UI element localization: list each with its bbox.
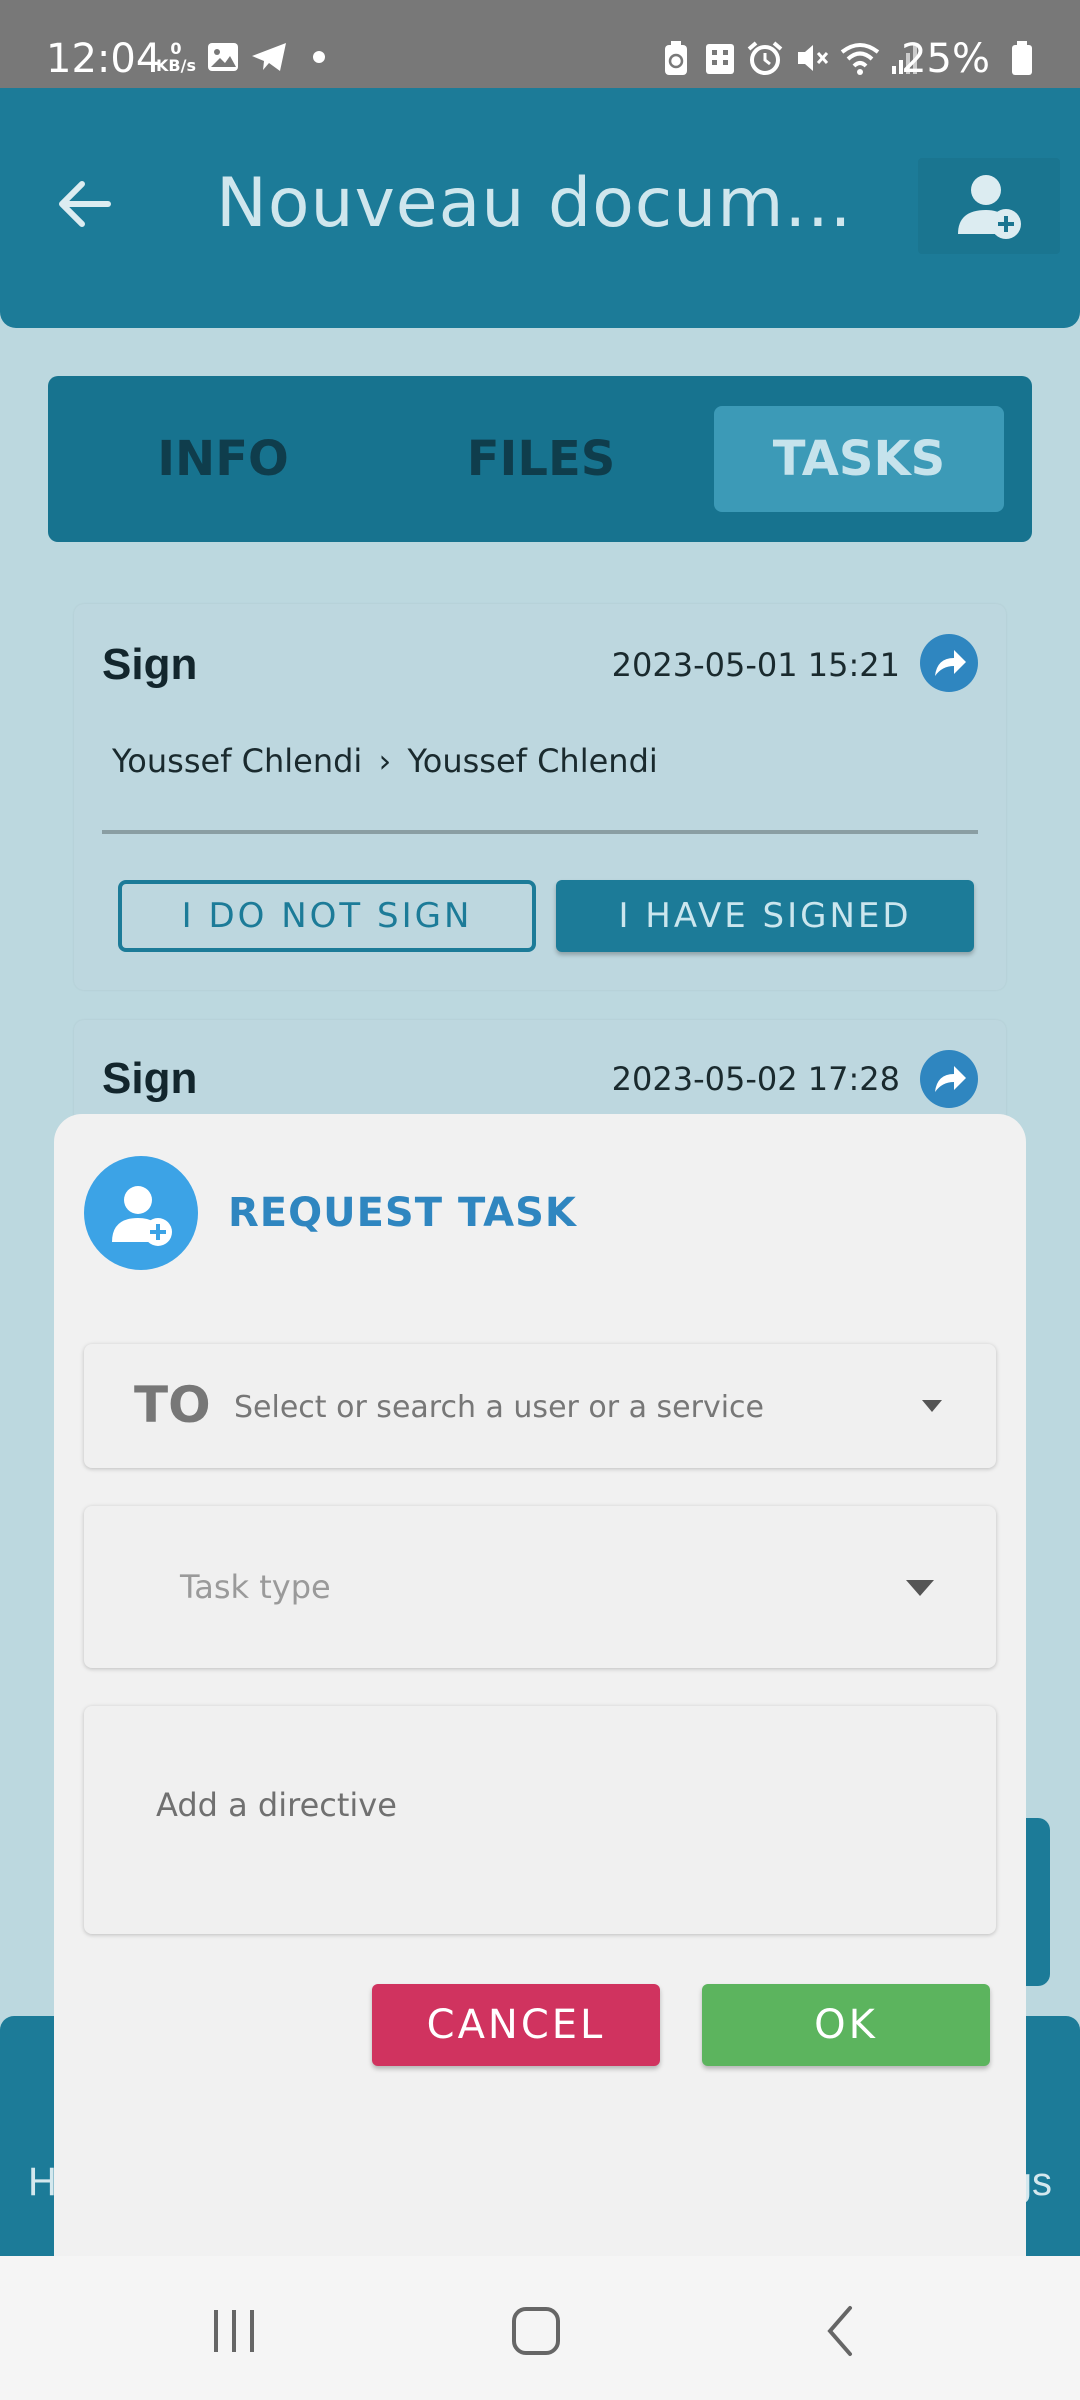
task-type: Sign — [102, 1054, 198, 1103]
building-icon — [706, 44, 734, 74]
confirm-signed-button[interactable]: I HAVE SIGNED — [556, 880, 974, 952]
telegram-icon — [252, 43, 286, 71]
home-icon[interactable] — [496, 2296, 576, 2366]
divider — [102, 830, 978, 834]
directive-input[interactable]: Add a directive — [84, 1706, 996, 1934]
battery-icon — [1012, 41, 1032, 75]
battery-saver-icon — [665, 41, 687, 75]
to-label: TO — [134, 1376, 211, 1434]
system-navigation-bar — [0, 2256, 1080, 2400]
tab-info[interactable]: INFO — [78, 406, 368, 512]
tab-tasks[interactable]: TASKS — [714, 406, 1004, 512]
task-route: Youssef Chlendi › Youssef Chlendi — [112, 742, 658, 780]
add-user-button[interactable] — [918, 158, 1060, 254]
chevron-down-icon — [906, 1580, 934, 1596]
task-type: Sign — [102, 640, 198, 689]
app-bar: Nouveau docum... — [0, 88, 1080, 328]
net-speed: 0 KB/s — [156, 40, 196, 74]
wifi-icon — [840, 43, 880, 75]
request-task-avatar — [84, 1156, 198, 1270]
status-time: 12:04 — [46, 36, 162, 82]
task-card: Sign 2023-05-01 15:21 Youssef Chlendi › … — [74, 604, 1006, 990]
tab-files[interactable]: FILES — [396, 406, 686, 512]
recipient-placeholder: Select or search a user or a service — [234, 1390, 764, 1425]
add-user-icon — [958, 175, 1021, 239]
cancel-button[interactable]: CANCEL — [372, 1984, 660, 2066]
request-task-dialog: REQUEST TASK TO Select or search a user … — [54, 1114, 1026, 2256]
page-title: Nouveau docum... — [216, 164, 853, 243]
back-nav-icon[interactable] — [800, 2296, 880, 2366]
forward-icon[interactable] — [920, 1050, 978, 1108]
task-to: Youssef Chlendi — [407, 742, 658, 780]
decline-sign-button[interactable]: I DO NOT SIGN — [118, 880, 536, 952]
ok-button[interactable]: OK — [702, 1984, 990, 2066]
tab-bar: INFO FILES TASKS — [48, 376, 1032, 542]
image-icon — [208, 43, 238, 71]
nav-item-label[interactable]: H — [28, 2160, 57, 2205]
back-arrow-icon[interactable] — [46, 164, 126, 244]
task-from: Youssef Chlendi — [112, 742, 363, 780]
chevron-right-icon: › — [378, 742, 392, 780]
recent-apps-icon[interactable] — [194, 2296, 274, 2366]
mute-icon — [798, 45, 829, 71]
directive-placeholder: Add a directive — [156, 1786, 397, 1824]
dialog-title: REQUEST TASK — [228, 1190, 577, 1236]
status-bar: 12:04 0 KB/s 25% — [0, 0, 1080, 88]
forward-icon[interactable] — [920, 634, 978, 692]
battery-level: 25% — [901, 36, 990, 82]
task-type-placeholder: Task type — [180, 1568, 331, 1606]
chevron-down-icon — [922, 1400, 942, 1412]
task-type-select[interactable]: Task type — [84, 1506, 996, 1668]
net-speed-unit: KB/s — [156, 56, 196, 75]
task-date: 2023-05-01 15:21 — [611, 646, 900, 684]
task-date: 2023-05-02 17:28 — [611, 1060, 900, 1098]
recipient-select[interactable]: TO Select or search a user or a service — [84, 1344, 996, 1468]
alarm-icon — [747, 41, 783, 75]
dot-icon — [313, 51, 325, 63]
add-user-icon — [112, 1186, 172, 1246]
